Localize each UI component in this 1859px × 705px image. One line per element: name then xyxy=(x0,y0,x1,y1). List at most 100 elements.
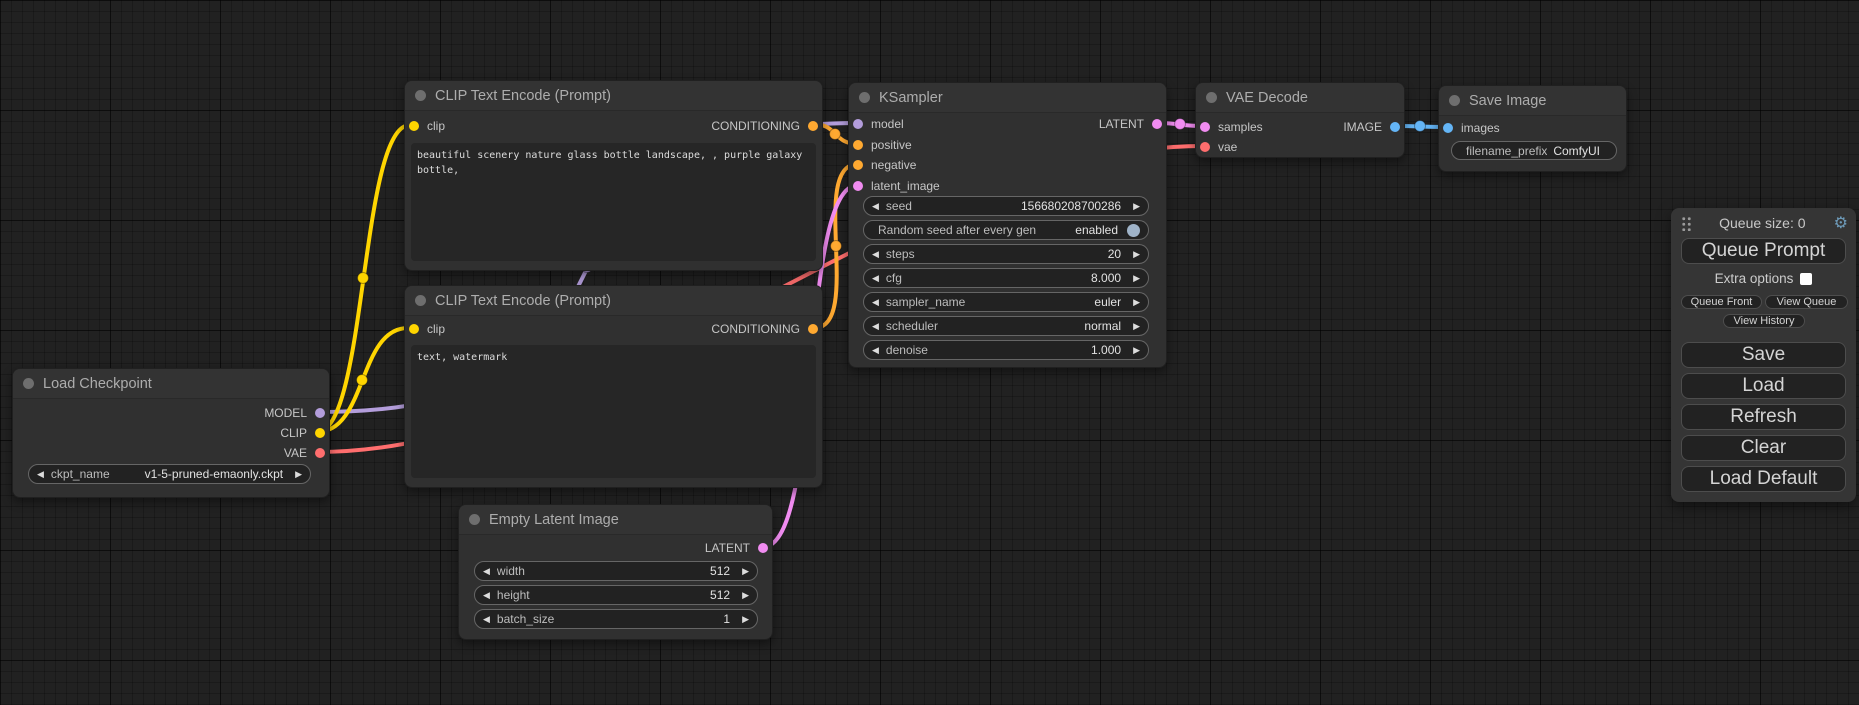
collapse-dot-icon[interactable] xyxy=(415,90,426,101)
input-port-vae[interactable]: vae xyxy=(1200,138,1237,156)
clear-button[interactable]: Clear xyxy=(1681,435,1846,461)
input-port-images[interactable]: images xyxy=(1443,119,1500,137)
collapse-dot-icon[interactable] xyxy=(1449,95,1460,106)
output-port-latent[interactable]: LATENT xyxy=(705,539,768,557)
widget-ckpt-name[interactable]: ◀ ckpt_name v1-5-pruned-emaonly.ckpt ▶ xyxy=(28,464,311,484)
port-dot[interactable] xyxy=(1200,122,1210,132)
port-dot[interactable] xyxy=(1390,122,1400,132)
node-graph-canvas[interactable]: Load Checkpoint MODEL CLIP VAE ◀ ckpt_na… xyxy=(0,0,1859,705)
refresh-button[interactable]: Refresh xyxy=(1681,404,1846,430)
widget-scheduler[interactable]: ◀ scheduler normal ▶ xyxy=(863,316,1149,336)
node-title-bar[interactable]: Save Image xyxy=(1439,86,1626,116)
node-load-checkpoint[interactable]: Load Checkpoint MODEL CLIP VAE ◀ ckpt_na… xyxy=(12,368,330,498)
decrement-arrow-icon[interactable]: ◀ xyxy=(483,591,490,600)
port-dot[interactable] xyxy=(1152,119,1162,129)
node-title-bar[interactable]: Empty Latent Image xyxy=(459,505,772,535)
port-dot[interactable] xyxy=(853,181,863,191)
increment-arrow-icon[interactable]: ▶ xyxy=(1133,250,1140,259)
port-dot[interactable] xyxy=(758,543,768,553)
drag-handle-icon[interactable] xyxy=(1680,215,1691,231)
port-dot[interactable] xyxy=(315,428,325,438)
toggle-circle-icon[interactable] xyxy=(1127,224,1140,237)
widget-random-seed-toggle[interactable]: Random seed after every gen enabled xyxy=(863,220,1149,240)
output-port-model[interactable]: MODEL xyxy=(264,404,325,422)
widget-width[interactable]: ◀ width 512 ▶ xyxy=(474,561,758,581)
input-port-latent-image[interactable]: latent_image xyxy=(853,177,940,195)
extra-options-checkbox[interactable] xyxy=(1800,273,1812,285)
widget-cfg[interactable]: ◀ cfg 8.000 ▶ xyxy=(863,268,1149,288)
widget-seed[interactable]: ◀ seed 156680208700286 ▶ xyxy=(863,196,1149,216)
increment-arrow-icon[interactable]: ▶ xyxy=(295,470,302,479)
port-dot[interactable] xyxy=(315,408,325,418)
node-title-bar[interactable]: Load Checkpoint xyxy=(13,369,329,399)
collapse-dot-icon[interactable] xyxy=(415,295,426,306)
input-port-model[interactable]: model xyxy=(853,115,904,133)
collapse-dot-icon[interactable] xyxy=(1206,92,1217,103)
node-save-image[interactable]: Save Image images filename_prefix ComfyU… xyxy=(1438,85,1627,172)
port-dot[interactable] xyxy=(409,121,419,131)
increment-arrow-icon[interactable]: ▶ xyxy=(1133,202,1140,211)
decrement-arrow-icon[interactable]: ◀ xyxy=(872,250,879,259)
node-title-bar[interactable]: CLIP Text Encode (Prompt) xyxy=(405,81,822,111)
output-port-image[interactable]: IMAGE xyxy=(1343,118,1400,136)
increment-arrow-icon[interactable]: ▶ xyxy=(1133,274,1140,283)
queue-front-button[interactable]: Queue Front xyxy=(1681,295,1762,309)
output-port-conditioning[interactable]: CONDITIONING xyxy=(711,117,818,135)
widget-batch-size[interactable]: ◀ batch_size 1 ▶ xyxy=(474,609,758,629)
settings-gear-icon[interactable]: ⚙ xyxy=(1834,213,1848,233)
decrement-arrow-icon[interactable]: ◀ xyxy=(483,567,490,576)
port-dot[interactable] xyxy=(853,160,863,170)
input-port-samples[interactable]: samples xyxy=(1200,118,1263,136)
output-port-conditioning[interactable]: CONDITIONING xyxy=(711,320,818,338)
prompt-textarea[interactable]: text, watermark xyxy=(411,345,816,478)
decrement-arrow-icon[interactable]: ◀ xyxy=(872,202,879,211)
increment-arrow-icon[interactable]: ▶ xyxy=(1133,346,1140,355)
port-dot[interactable] xyxy=(315,448,325,458)
decrement-arrow-icon[interactable]: ◀ xyxy=(872,322,879,331)
input-port-clip[interactable]: clip xyxy=(409,117,445,135)
input-port-clip[interactable]: clip xyxy=(409,320,445,338)
output-port-clip[interactable]: CLIP xyxy=(280,424,325,442)
widget-denoise[interactable]: ◀ denoise 1.000 ▶ xyxy=(863,340,1149,360)
node-empty-latent-image[interactable]: Empty Latent Image LATENT ◀ width 512 ▶ … xyxy=(458,504,773,640)
prompt-textarea[interactable]: beautiful scenery nature glass bottle la… xyxy=(411,143,816,261)
node-clip-text-encode-negative[interactable]: CLIP Text Encode (Prompt) clip CONDITION… xyxy=(404,285,823,488)
node-title-bar[interactable]: CLIP Text Encode (Prompt) xyxy=(405,286,822,316)
increment-arrow-icon[interactable]: ▶ xyxy=(742,615,749,624)
port-dot[interactable] xyxy=(1200,142,1210,152)
decrement-arrow-icon[interactable]: ◀ xyxy=(872,346,879,355)
port-dot[interactable] xyxy=(853,119,863,129)
decrement-arrow-icon[interactable]: ◀ xyxy=(483,615,490,624)
load-button[interactable]: Load xyxy=(1681,373,1846,399)
collapse-dot-icon[interactable] xyxy=(23,378,34,389)
port-dot[interactable] xyxy=(808,121,818,131)
increment-arrow-icon[interactable]: ▶ xyxy=(742,567,749,576)
view-queue-button[interactable]: View Queue xyxy=(1765,295,1848,309)
node-clip-text-encode-positive[interactable]: CLIP Text Encode (Prompt) clip CONDITION… xyxy=(404,80,823,271)
view-history-button[interactable]: View History xyxy=(1723,314,1805,328)
node-ksampler[interactable]: KSampler model positive negative latent_… xyxy=(848,82,1167,368)
load-default-button[interactable]: Load Default xyxy=(1681,466,1846,492)
queue-prompt-button[interactable]: Queue Prompt xyxy=(1681,238,1846,264)
port-dot[interactable] xyxy=(1443,123,1453,133)
increment-arrow-icon[interactable]: ▶ xyxy=(1133,298,1140,307)
widget-sampler-name[interactable]: ◀ sampler_name euler ▶ xyxy=(863,292,1149,312)
node-title-bar[interactable]: KSampler xyxy=(849,83,1166,113)
output-port-vae[interactable]: VAE xyxy=(284,444,325,462)
port-dot[interactable] xyxy=(409,324,419,334)
node-title-bar[interactable]: VAE Decode xyxy=(1196,83,1404,113)
output-port-latent[interactable]: LATENT xyxy=(1099,115,1162,133)
port-dot[interactable] xyxy=(853,140,863,150)
node-vae-decode[interactable]: VAE Decode samples vae IMAGE xyxy=(1195,82,1405,158)
collapse-dot-icon[interactable] xyxy=(469,514,480,525)
widget-height[interactable]: ◀ height 512 ▶ xyxy=(474,585,758,605)
port-dot[interactable] xyxy=(808,324,818,334)
collapse-dot-icon[interactable] xyxy=(859,92,870,103)
save-button[interactable]: Save xyxy=(1681,342,1846,368)
decrement-arrow-icon[interactable]: ◀ xyxy=(37,470,44,479)
widget-steps[interactable]: ◀ steps 20 ▶ xyxy=(863,244,1149,264)
input-port-positive[interactable]: positive xyxy=(853,136,912,154)
decrement-arrow-icon[interactable]: ◀ xyxy=(872,298,879,307)
decrement-arrow-icon[interactable]: ◀ xyxy=(872,274,879,283)
input-port-negative[interactable]: negative xyxy=(853,156,916,174)
